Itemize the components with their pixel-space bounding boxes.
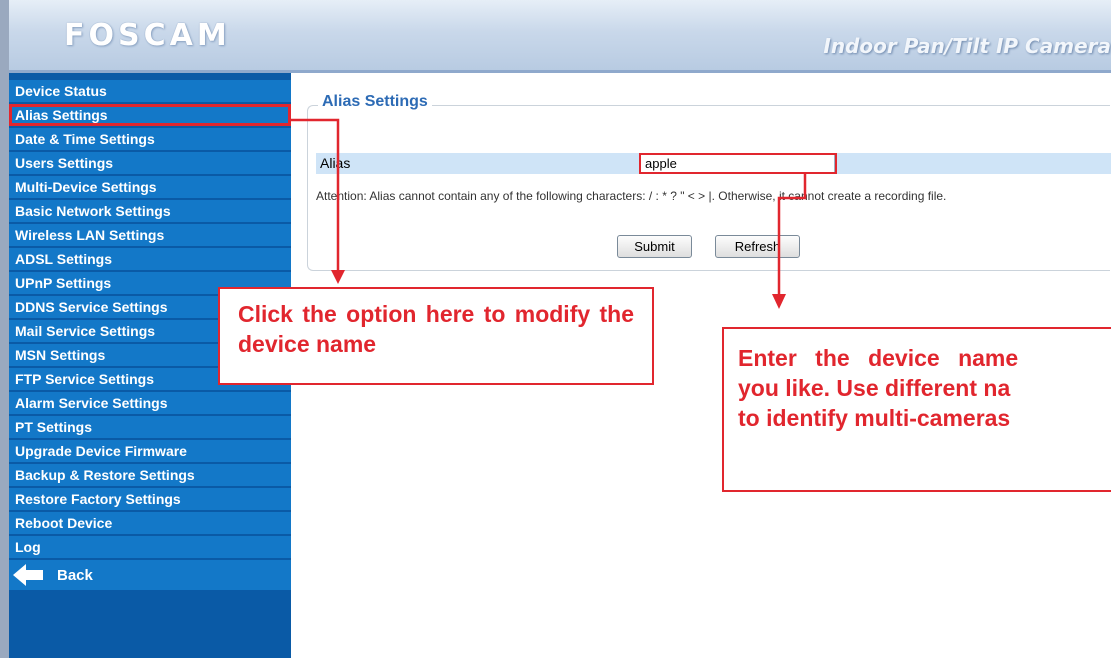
sidebar-item-reboot-device[interactable]: Reboot Device: [9, 512, 291, 534]
submit-button[interactable]: Submit: [617, 235, 692, 258]
callout-alias-line-2: you like. Use different na: [738, 375, 1011, 401]
sidebar-item-pt-settings[interactable]: PT Settings: [9, 416, 291, 438]
sidebar-item-backup-restore-settings[interactable]: Backup & Restore Settings: [9, 464, 291, 486]
back-button-label: Back: [57, 566, 93, 584]
foscam-logo: FOSCAM: [64, 18, 231, 53]
callout-alias-instruction: Enter the device name you like. Use diff…: [722, 327, 1111, 492]
sidebar-item-log[interactable]: Log: [9, 536, 291, 558]
sidebar-item-wireless-lan-settings[interactable]: Wireless LAN Settings: [9, 224, 291, 246]
refresh-button[interactable]: Refresh: [715, 235, 800, 258]
callout-alias-line-3: to identify multi-cameras: [738, 405, 1011, 431]
callout-sidebar-instruction: Click the option here to modify the devi…: [218, 287, 654, 385]
sidebar-item-alias-settings[interactable]: Alias Settings: [9, 104, 291, 126]
arrowhead-sidebar-callout: [331, 270, 345, 284]
back-arrow-icon: [13, 564, 43, 586]
sidebar-item-users-settings[interactable]: Users Settings: [9, 152, 291, 174]
alias-attention-note: Attention: Alias cannot contain any of t…: [316, 189, 947, 203]
sidebar-item-basic-network-settings[interactable]: Basic Network Settings: [9, 200, 291, 222]
sidebar-item-restore-factory-settings[interactable]: Restore Factory Settings: [9, 488, 291, 510]
back-button[interactable]: Back: [9, 560, 291, 590]
alias-settings-legend: Alias Settings: [318, 93, 432, 111]
sidebar-item-date-time-settings[interactable]: Date & Time Settings: [9, 128, 291, 150]
sidebar-item-device-status[interactable]: Device Status: [9, 80, 291, 102]
alias-input-highlight: [639, 153, 837, 174]
left-frame-edge: [0, 0, 9, 658]
page-header: FOSCAM Indoor Pan/Tilt IP Camera: [0, 0, 1111, 70]
sidebar-item-upgrade-device-firmware[interactable]: Upgrade Device Firmware: [9, 440, 291, 462]
arrowhead-alias-callout: [772, 294, 786, 309]
callout-alias-line-1: Enter the device name: [738, 345, 1019, 371]
alias-label: Alias: [320, 155, 351, 171]
product-title: Indoor Pan/Tilt IP Camera: [823, 34, 1111, 58]
sidebar-item-multi-device-settings[interactable]: Multi-Device Settings: [9, 176, 291, 198]
sidebar-item-alarm-service-settings[interactable]: Alarm Service Settings: [9, 392, 291, 414]
sidebar-item-adsl-settings[interactable]: ADSL Settings: [9, 248, 291, 270]
